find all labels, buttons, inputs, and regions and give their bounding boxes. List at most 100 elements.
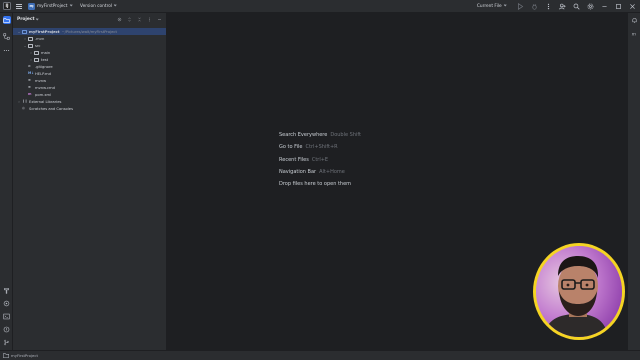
notifications-icon[interactable] — [631, 16, 639, 24]
run-icon[interactable] — [516, 2, 524, 10]
tree-row-label: pom.xml — [35, 93, 51, 97]
collapse-all-icon[interactable] — [136, 16, 142, 22]
git-icon[interactable] — [3, 338, 11, 346]
hint-action[interactable]: Recent Files — [279, 157, 309, 163]
markdown-icon: M↓ — [28, 71, 35, 76]
tree-item-name: mvnw — [35, 78, 47, 83]
right-tool-strip: m — [627, 13, 640, 360]
chevron-down-icon — [69, 3, 74, 7]
tree-item-path: ~/Pictures/walt/myFirstProject — [61, 29, 117, 34]
chevron-right-icon[interactable]: › — [23, 35, 27, 42]
more-tools-icon[interactable] — [3, 46, 11, 54]
tree-row[interactable]: m pom.xml — [13, 91, 166, 98]
vcs-widget[interactable]: Version control — [80, 2, 117, 10]
options-icon[interactable] — [146, 16, 152, 22]
tree-row[interactable]: ⌄ myFirstProject ~/Pictures/walt/myFirstPr… — [13, 28, 166, 35]
tree-row-label: myFirstProject ~/Pictures/walt/myFirstPro… — [29, 30, 117, 34]
main-menu-icon[interactable] — [16, 3, 22, 9]
project-name: myFirstProject — [37, 3, 68, 9]
intellij-logo-icon[interactable]: IJ — [3, 2, 11, 10]
tree-item-name: test — [41, 57, 49, 62]
tree-item-name: src — [35, 43, 41, 48]
terminal-icon[interactable] — [3, 312, 11, 320]
run-config-selector[interactable]: Current File — [476, 3, 507, 9]
more-actions-icon[interactable] — [544, 2, 552, 10]
chevron-right-icon[interactable]: › — [29, 49, 33, 56]
tree-row[interactable]: M↓ HELP.md — [13, 70, 166, 77]
hint-shortcut: Ctrl+E — [311, 156, 329, 163]
add-user-icon[interactable] — [558, 2, 566, 10]
tree-item-name: HELP.md — [35, 71, 51, 76]
title-bar: IJ MJ myFirstProject Version control Cur… — [0, 0, 640, 13]
chevron-down-icon[interactable]: ⌄ — [23, 42, 27, 49]
services-icon[interactable] — [3, 299, 11, 307]
chevron-down-icon[interactable]: ⌄ — [17, 28, 21, 35]
editor-hint: Navigation Bar Alt+Home — [279, 166, 361, 178]
panel-toolbar — [116, 16, 162, 22]
tree-row[interactable]: ⊘ .gitignore — [13, 63, 166, 70]
hint-action[interactable]: Drop files here to open them — [279, 181, 351, 187]
tree-item-name: main — [41, 50, 51, 55]
editor-hint: Recent Files Ctrl+E — [279, 154, 361, 166]
tree-row-label: main — [41, 51, 50, 55]
problems-icon[interactable] — [3, 325, 11, 333]
tree-row-label: mvnw — [35, 79, 46, 83]
tree-row[interactable]: › .mvn — [13, 35, 166, 42]
panel-title: Project — [17, 17, 35, 22]
tree-row[interactable]: › main — [13, 49, 166, 56]
tree-item-name: pom.xml — [35, 92, 52, 97]
tree-item-name: Scratches and Consoles — [29, 106, 73, 111]
minimize-icon[interactable] — [600, 2, 608, 10]
tree-row[interactable]: ≡ mvnw — [13, 77, 166, 84]
gear-icon[interactable] — [586, 2, 594, 10]
editor-hint: Go to File Ctrl+Shift+R — [279, 141, 361, 153]
expand-all-icon[interactable] — [126, 16, 132, 22]
run-config-label: Current File — [476, 3, 502, 9]
hint-action[interactable]: Search Everywhere — [279, 132, 327, 138]
tree-row-label: .mvn — [35, 37, 44, 41]
libraries-icon: ❙❙ — [22, 99, 28, 104]
folder-icon — [28, 43, 33, 48]
project-panel-header[interactable]: Project — [13, 13, 166, 26]
project-badge: MJ — [28, 2, 35, 10]
gitignore-icon: ⊘ — [28, 64, 31, 69]
build-icon[interactable] — [3, 286, 11, 294]
tree-item-name: myFirstProject — [29, 29, 60, 34]
hint-shortcut: Alt+Home — [319, 169, 345, 176]
project-switcher[interactable]: MJ myFirstProject — [28, 2, 74, 10]
folder-icon — [34, 50, 39, 55]
tree-row-label: HELP.md — [35, 72, 51, 76]
maven-icon[interactable]: m — [631, 29, 639, 37]
status-breadcrumb[interactable]: myFirstProject — [11, 353, 38, 358]
tree-row[interactable]: › test — [13, 56, 166, 63]
tree-item-name: mvnw.cmd — [35, 85, 55, 90]
project-tool-icon[interactable] — [2, 16, 11, 24]
folder-icon — [28, 36, 33, 41]
tree-row[interactable]: ≡ mvnw.cmd — [13, 84, 166, 91]
maven-file-icon: m — [28, 92, 32, 97]
tree-row[interactable]: › ❙❙ External Libraries — [13, 98, 166, 105]
tree-row-label: .gitignore — [35, 65, 53, 69]
titlebar-actions: Current File — [477, 2, 636, 10]
locate-icon[interactable] — [116, 16, 122, 22]
tree-row[interactable]: ⌄ src — [13, 42, 166, 49]
chevron-right-icon[interactable]: › — [17, 98, 21, 105]
tree-item-name: .gitignore — [35, 64, 53, 69]
tree-row[interactable]: ◎ Scratches and Consoles — [13, 105, 166, 112]
chevron-right-icon[interactable]: › — [29, 56, 33, 63]
presenter-video — [536, 246, 622, 337]
hint-action[interactable]: Go to File — [279, 144, 303, 150]
chevron-down-icon — [113, 3, 117, 7]
status-bar: myFirstProject — [0, 350, 640, 360]
scratches-icon: ◎ — [22, 106, 25, 111]
left-tool-strip — [0, 13, 13, 360]
hide-panel-icon[interactable] — [156, 16, 162, 22]
maximize-icon[interactable] — [614, 2, 622, 10]
hint-action[interactable]: Navigation Bar — [279, 169, 316, 175]
structure-icon[interactable] — [3, 32, 11, 40]
close-icon[interactable] — [628, 2, 636, 10]
search-icon[interactable] — [572, 2, 580, 10]
debug-icon[interactable] — [530, 2, 538, 10]
